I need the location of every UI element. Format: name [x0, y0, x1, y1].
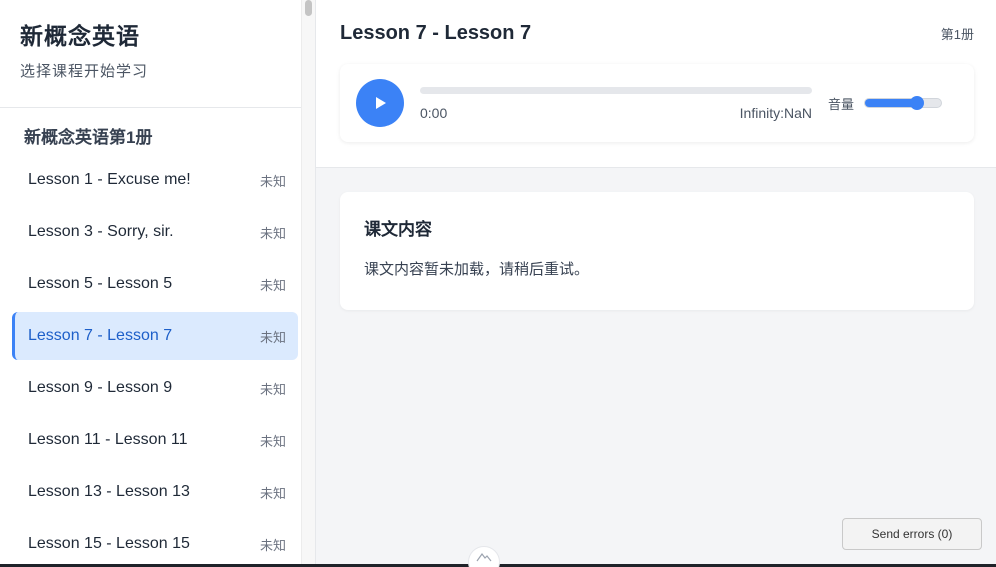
scrollbar-thumb[interactable]	[305, 0, 312, 16]
lesson-name: Lesson 15 - Lesson 15	[28, 535, 190, 552]
lesson-status: 未知	[259, 225, 286, 241]
volume-thumb[interactable]	[909, 96, 924, 110]
app-window: 新概念英语 选择课程开始学习 新概念英语第1册 Lesson 1 - Excus…	[0, 0, 996, 567]
time-row: 0:00 Infinity:NaN	[420, 105, 812, 121]
sidebar-header: 新概念英语 选择课程开始学习	[0, 0, 315, 108]
lesson-name: Lesson 7 - Lesson 7	[28, 327, 173, 344]
content-title: 课文内容	[364, 220, 432, 239]
lesson-name: Lesson 13 - Lesson 13	[28, 483, 190, 500]
lesson-name: Lesson 5 - Lesson 5	[28, 275, 173, 292]
volume-fill	[865, 99, 917, 107]
content-text: 课文内容暂未加载，请稍后重试。	[364, 261, 590, 278]
app-subtitle: 选择课程开始学习	[20, 63, 149, 80]
lesson-status: 未知	[259, 277, 286, 293]
current-time: 0:00	[420, 105, 448, 121]
lesson-name: Lesson 9 - Lesson 9	[28, 379, 173, 396]
book-title: 新概念英语第1册	[24, 128, 153, 147]
volume-label: 音量	[828, 96, 855, 112]
book-label: 第1册	[940, 26, 974, 42]
lesson-list: Lesson 1 - Excuse me! 未知 Lesson 3 - Sorry,…	[0, 156, 315, 564]
play-icon	[376, 97, 386, 109]
lesson-item[interactable]: Lesson 3 - Sorry, sir. 未知	[12, 208, 298, 256]
lesson-name: Lesson 1 - Excuse me!	[28, 171, 191, 188]
lesson-item[interactable]: Lesson 11 - Lesson 11 未知	[12, 416, 298, 464]
lesson-status: 未知	[259, 537, 286, 553]
lesson-status: 未知	[259, 485, 286, 501]
volume-slider[interactable]	[864, 96, 943, 110]
lesson-item[interactable]: Lesson 9 - Lesson 9 未知	[12, 364, 298, 412]
audio-player: 0:00 Infinity:NaN 音量	[340, 64, 974, 142]
lesson-status: 未知	[259, 329, 286, 345]
lesson-item[interactable]: Lesson 7 - Lesson 7 未知	[12, 312, 298, 360]
progress-area: 0:00 Infinity:NaN	[420, 85, 812, 121]
lesson-item[interactable]: Lesson 15 - Lesson 15 未知	[12, 520, 298, 564]
app-title: 新概念英语	[20, 23, 140, 49]
player-panel: Lesson 7 - Lesson 7 第1册 0:00 Infinity:Na…	[316, 0, 996, 168]
sidebar: 新概念英语 选择课程开始学习 新概念英语第1册 Lesson 1 - Excus…	[0, 0, 316, 564]
scroll-top-handle[interactable]	[468, 546, 500, 567]
lesson-content-card: 课文内容 课文内容暂未加载，请稍后重试。	[340, 192, 974, 310]
main-panel: Lesson 7 - Lesson 7 第1册 0:00 Infinity:Na…	[316, 0, 996, 567]
lesson-item[interactable]: Lesson 13 - Lesson 13 未知	[12, 468, 298, 516]
lesson-name: Lesson 3 - Sorry, sir.	[28, 223, 174, 240]
send-errors-button[interactable]: Send errors (0)	[842, 518, 982, 550]
sidebar-scrollbar[interactable]	[301, 0, 315, 564]
lesson-item[interactable]: Lesson 1 - Excuse me! 未知	[12, 156, 298, 204]
lesson-name: Lesson 11 - Lesson 11	[28, 431, 188, 448]
mountain-icon	[476, 552, 492, 562]
play-button[interactable]	[356, 79, 404, 127]
lesson-status: 未知	[259, 433, 286, 449]
lesson-status: 未知	[259, 173, 286, 189]
lesson-status: 未知	[259, 381, 286, 397]
duration: Infinity:NaN	[739, 105, 812, 121]
lesson-title: Lesson 7 - Lesson 7	[340, 22, 532, 44]
progress-bar[interactable]	[420, 87, 812, 94]
volume-control: 音量	[828, 94, 943, 113]
lesson-item[interactable]: Lesson 5 - Lesson 5 未知	[12, 260, 298, 308]
player-header: Lesson 7 - Lesson 7 第1册	[340, 20, 974, 46]
